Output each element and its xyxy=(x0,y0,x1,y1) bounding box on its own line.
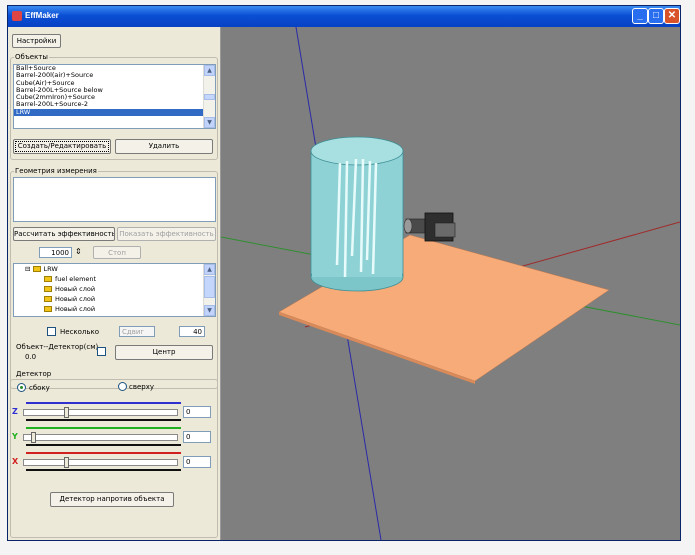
delete-button[interactable]: Удалить xyxy=(115,139,213,154)
axis-underline xyxy=(26,444,181,446)
radio-side[interactable] xyxy=(17,383,26,392)
axis-underline xyxy=(26,419,181,421)
maximize-button[interactable]: □ xyxy=(648,8,664,24)
show-efficiency-button[interactable]: Показать эффективность xyxy=(117,227,216,241)
count-input[interactable]: 1000 xyxy=(39,247,72,258)
create-edit-button[interactable]: Создать/Редактировать xyxy=(13,139,111,154)
scroll-thumb[interactable] xyxy=(204,94,215,100)
layer-icon xyxy=(44,306,52,312)
axis-color-bar xyxy=(26,452,181,454)
axis-label: X xyxy=(12,457,19,466)
tree-node-label: Новый слой xyxy=(55,305,96,313)
scroll-thumb[interactable] xyxy=(204,276,215,298)
tree-node[interactable]: fuel element xyxy=(44,275,96,283)
objects-list-items: Ball+Source Barrel-200l(air)+Source Cube(A… xyxy=(14,65,215,117)
axis-color-bar xyxy=(26,402,181,404)
axis-slider-track[interactable] xyxy=(23,459,178,466)
distance-checkbox[interactable] xyxy=(97,347,106,356)
app-icon xyxy=(12,11,22,21)
app-window: EffMaker _ □ ✕ Настройки Объекты Ball+So… xyxy=(7,5,681,541)
axis-slider-thumb[interactable] xyxy=(64,457,69,468)
settings-button[interactable]: Настройки xyxy=(12,34,61,48)
detector-opposite-button[interactable]: Детектор напротив объекта xyxy=(50,492,174,507)
layers-tree[interactable]: ⊟ LRW fuel element Новый слой Новый слой… xyxy=(13,263,216,317)
tree-scrollbar[interactable]: ▲ ▼ xyxy=(203,264,215,316)
tree-root-label: LRW xyxy=(43,265,58,273)
spin-icon[interactable]: ⇕ xyxy=(75,247,82,256)
axis-value-input[interactable]: 0 xyxy=(183,406,211,418)
scroll-down-arrow[interactable]: ▼ xyxy=(204,305,215,316)
axis-value-input[interactable]: 0 xyxy=(183,431,211,443)
multiple-label: Несколько xyxy=(60,328,100,336)
tree-node-label: Новый слой xyxy=(55,285,96,293)
tree-node[interactable]: Новый слой xyxy=(44,305,95,313)
geometry-area[interactable] xyxy=(13,177,216,222)
multiple-checkbox[interactable] xyxy=(47,327,56,336)
layer-icon xyxy=(32,266,41,272)
detector-face xyxy=(434,222,456,238)
geometry-group-label: Геометрия измерения xyxy=(14,167,98,175)
center-button[interactable]: Центр xyxy=(115,345,213,360)
scene-render[interactable] xyxy=(221,27,680,540)
tree-node-label: Новый слой xyxy=(55,295,96,303)
control-panel: Настройки Объекты Ball+Source Barrel-200l… xyxy=(8,27,221,540)
scroll-down-arrow[interactable]: ▼ xyxy=(204,117,215,128)
shift-input[interactable]: Сдвиг xyxy=(119,326,155,337)
barrel-fill xyxy=(312,151,402,277)
count2-input[interactable]: 40 xyxy=(179,326,205,337)
stop-button[interactable]: Стоп xyxy=(93,246,141,259)
detector-group-label: Детектор xyxy=(15,370,53,378)
objects-group-label: Объекты xyxy=(14,53,49,61)
layer-icon xyxy=(44,286,52,292)
3d-viewport[interactable] xyxy=(221,27,680,540)
calc-efficiency-button[interactable]: Рассчитать эффективность xyxy=(13,227,115,241)
tree-node-label: fuel element xyxy=(55,275,97,283)
axis-underline xyxy=(26,469,181,471)
radio-top-label: сверху xyxy=(129,383,155,391)
scroll-up-arrow[interactable]: ▲ xyxy=(204,264,215,275)
radio-side-label: сбоку xyxy=(29,384,50,392)
radio-top[interactable] xyxy=(118,382,127,391)
detector-cap xyxy=(403,218,413,234)
distance-value: 0.0 xyxy=(25,353,37,361)
tree-node[interactable]: Новый слой xyxy=(44,295,95,303)
axis-color-bar xyxy=(26,427,181,429)
axis-slider-track[interactable] xyxy=(23,434,178,441)
objects-list-scrollbar[interactable]: ▲ ▼ xyxy=(203,65,215,128)
layer-icon xyxy=(44,296,52,302)
title-bar[interactable]: EffMaker _ □ ✕ xyxy=(8,6,680,27)
axis-slider-thumb[interactable] xyxy=(31,432,36,443)
close-button[interactable]: ✕ xyxy=(664,8,680,24)
window-title: EffMaker xyxy=(25,11,59,20)
distance-label: Объект--Детектор(см) xyxy=(16,343,99,351)
minimize-button[interactable]: _ xyxy=(632,8,648,24)
axis-slider-thumb[interactable] xyxy=(64,407,69,418)
axis-label: Y xyxy=(12,432,18,441)
objects-list-item[interactable]: LRW xyxy=(14,108,215,117)
expand-icon[interactable]: ⊟ xyxy=(25,265,30,273)
objects-list-item[interactable]: Barrel-200L+Source-2 xyxy=(14,101,215,109)
axis-label: Z xyxy=(12,407,18,416)
axis-value-input[interactable]: 0 xyxy=(183,456,211,468)
objects-list[interactable]: Ball+Source Barrel-200l(air)+Source Cube(A… xyxy=(13,64,216,129)
tree-root[interactable]: ⊟ LRW xyxy=(25,265,58,273)
axis-slider-track[interactable] xyxy=(23,409,178,416)
layer-icon xyxy=(44,276,52,282)
tree-node[interactable]: Новый слой xyxy=(44,285,95,293)
scroll-up-arrow[interactable]: ▲ xyxy=(204,65,215,76)
